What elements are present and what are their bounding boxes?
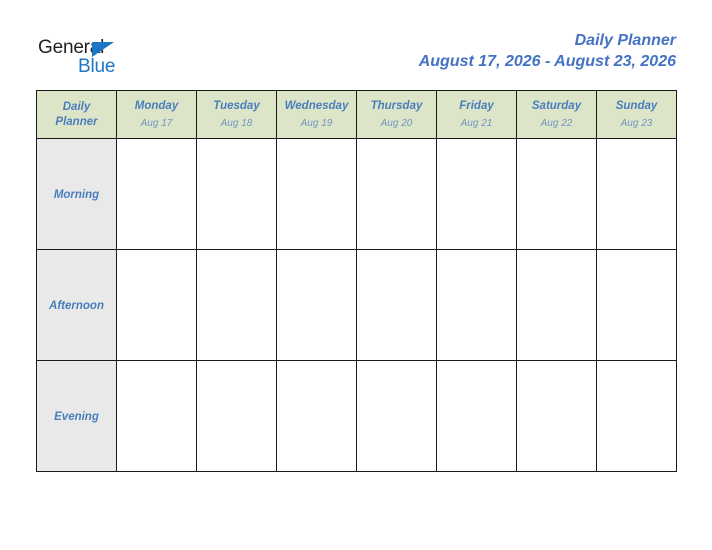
period-label-text: Evening	[54, 411, 99, 423]
slot-afternoon-friday[interactable]	[436, 249, 517, 361]
logo-triangle-icon	[92, 42, 114, 57]
corner-label-line2: Planner	[55, 115, 98, 128]
period-label-evening: Evening	[36, 360, 117, 472]
planner-row-evening: Evening	[36, 360, 677, 472]
day-header-friday: Friday Aug 21	[436, 90, 517, 139]
day-name: Monday	[134, 99, 179, 112]
day-header-tuesday: Tuesday Aug 18	[196, 90, 277, 139]
planner-container: Daily Planner Monday Aug 17 Tuesday Aug …	[36, 90, 677, 472]
slot-morning-thursday[interactable]	[356, 138, 437, 250]
slot-afternoon-wednesday[interactable]	[276, 249, 357, 361]
slot-morning-saturday[interactable]	[516, 138, 597, 250]
period-label-morning: Morning	[36, 138, 117, 250]
period-label-text: Morning	[53, 189, 100, 201]
slot-morning-monday[interactable]	[116, 138, 197, 250]
date-range: August 17, 2026 - August 23, 2026	[418, 53, 676, 70]
page-header: General Blue Daily Planner August 17, 20…	[0, 0, 712, 90]
day-header-sunday: Sunday Aug 23	[596, 90, 677, 139]
day-date: Aug 22	[540, 117, 573, 129]
day-date: Aug 21	[460, 117, 493, 129]
slot-evening-monday[interactable]	[116, 360, 197, 472]
day-header-thursday: Thursday Aug 20	[356, 90, 437, 139]
day-name: Tuesday	[213, 99, 260, 112]
day-header-wednesday: Wednesday Aug 19	[276, 90, 357, 139]
day-name: Saturday	[531, 99, 582, 112]
slot-morning-friday[interactable]	[436, 138, 517, 250]
day-header-monday: Monday Aug 17	[116, 90, 197, 139]
day-header-saturday: Saturday Aug 22	[516, 90, 597, 139]
period-label-afternoon: Afternoon	[36, 249, 117, 361]
planner-row-afternoon: Afternoon	[36, 249, 677, 361]
day-date: Aug 19	[300, 117, 333, 129]
slot-evening-tuesday[interactable]	[196, 360, 277, 472]
day-name: Sunday	[615, 99, 658, 112]
day-name: Wednesday	[284, 99, 349, 112]
day-date: Aug 23	[620, 117, 653, 129]
day-name: Thursday	[370, 99, 423, 112]
slot-evening-sunday[interactable]	[596, 360, 677, 472]
period-label-text: Afternoon	[49, 300, 104, 312]
planner-row-morning: Morning	[36, 138, 677, 250]
corner-cell: Daily Planner	[36, 90, 117, 139]
slot-afternoon-monday[interactable]	[116, 249, 197, 361]
logo-text-blue: Blue	[78, 56, 116, 77]
planner-header-row: Daily Planner Monday Aug 17 Tuesday Aug …	[36, 90, 677, 139]
title-block: Daily Planner August 17, 2026 - August 2…	[419, 31, 676, 73]
page-title: Daily Planner	[574, 32, 676, 49]
slot-morning-wednesday[interactable]	[276, 138, 357, 250]
day-date: Aug 17	[140, 117, 173, 129]
slot-morning-sunday[interactable]	[596, 138, 677, 250]
slot-afternoon-sunday[interactable]	[596, 249, 677, 361]
corner-label-line1: Daily	[62, 100, 91, 113]
weekly-planner-table: Daily Planner Monday Aug 17 Tuesday Aug …	[36, 90, 677, 472]
slot-afternoon-thursday[interactable]	[356, 249, 437, 361]
slot-afternoon-tuesday[interactable]	[196, 249, 277, 361]
slot-evening-saturday[interactable]	[516, 360, 597, 472]
day-name: Friday	[459, 99, 494, 112]
slot-morning-tuesday[interactable]	[196, 138, 277, 250]
generalblue-logo: General Blue	[38, 38, 148, 84]
slot-afternoon-saturday[interactable]	[516, 249, 597, 361]
day-date: Aug 20	[380, 117, 413, 129]
day-date: Aug 18	[220, 117, 253, 129]
slot-evening-thursday[interactable]	[356, 360, 437, 472]
slot-evening-friday[interactable]	[436, 360, 517, 472]
slot-evening-wednesday[interactable]	[276, 360, 357, 472]
